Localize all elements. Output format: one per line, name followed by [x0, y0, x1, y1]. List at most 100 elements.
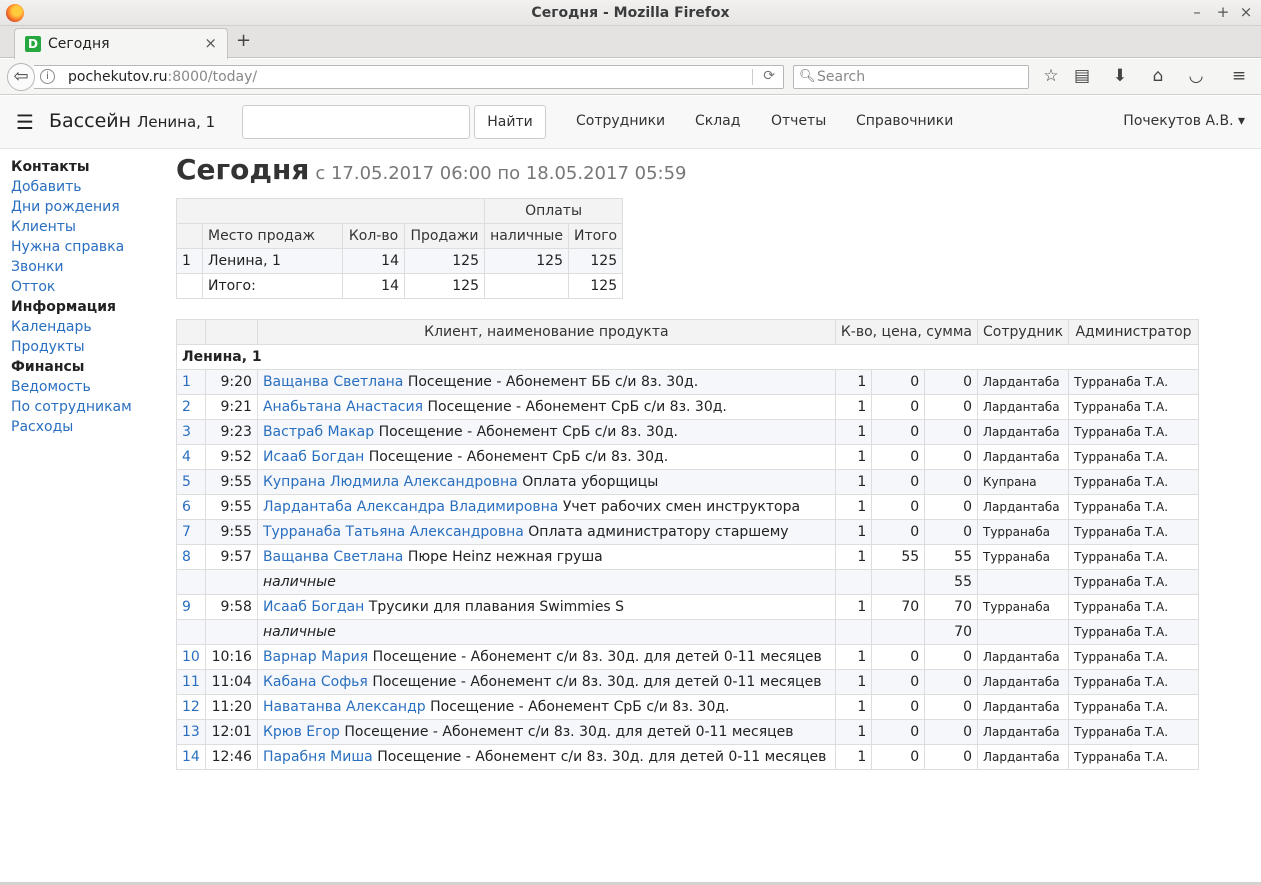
sidebar-link[interactable]: Продукты	[11, 337, 171, 357]
client-link[interactable]: Лардантаба Александра Владимировна	[263, 499, 558, 515]
minimize-button[interactable]: –	[1186, 0, 1208, 26]
client-link[interactable]: Вастраб Макар	[263, 424, 374, 440]
client-link[interactable]: Исааб Богдан	[263, 449, 364, 465]
row-admin: Турранаба Т.А.	[1068, 369, 1199, 395]
row-sum: 55	[924, 544, 978, 570]
close-tab-icon[interactable]: ×	[204, 34, 217, 52]
row-price: 70	[871, 594, 926, 620]
client-link[interactable]: Ващанва Светлана	[263, 549, 403, 565]
row-index-link[interactable]: 2	[176, 394, 206, 420]
nav-staff[interactable]: Сотрудники	[576, 113, 665, 129]
close-window-button[interactable]: ×	[1235, 0, 1257, 26]
table-row: 13 12:01 Крюв Егор Посещение - Абонемент с…	[176, 719, 1199, 745]
bookmarks-library-icon[interactable]: ▤	[1071, 66, 1093, 86]
col-sales: Продажи	[404, 223, 485, 249]
page-subtitle: с 17.05.2017 06:00 по 18.05.2017 05:59	[315, 163, 687, 184]
row-qty: 1	[834, 494, 873, 520]
row-admin: Турранаба Т.А.	[1068, 569, 1199, 595]
row-price: 0	[871, 369, 926, 395]
sidebar-link[interactable]: Расходы	[11, 417, 171, 437]
url-bar[interactable]: i pochekutov.ru:8000/today/ ⟳	[34, 65, 784, 89]
client-link[interactable]: Турранаба Татьяна Александровна	[263, 524, 524, 540]
row-index-link[interactable]: 4	[176, 444, 206, 470]
row-time: 9:52	[204, 444, 258, 470]
sidebar-link[interactable]: Ведомость	[11, 377, 171, 397]
row-qty: 1	[834, 419, 873, 445]
sidebar-link[interactable]: Календарь	[11, 317, 171, 337]
row-sum: 0	[924, 469, 978, 495]
product-name: Оплата уборщицы	[522, 474, 659, 490]
client-link[interactable]: Исааб Богдан	[263, 599, 364, 615]
sidebar-link[interactable]: Добавить	[11, 177, 171, 197]
row-index-link[interactable]: 5	[176, 469, 206, 495]
row-price: 0	[871, 744, 926, 770]
info-icon[interactable]: i	[40, 69, 55, 84]
row-index-link[interactable]: 11	[176, 669, 206, 695]
client-link[interactable]: Ващанва Светлана	[263, 374, 403, 390]
row-time: 9:57	[204, 544, 258, 570]
sidebar-link[interactable]: Звонки	[11, 257, 171, 277]
row-index-link[interactable]: 6	[176, 494, 206, 520]
client-link[interactable]: Варнар Мария	[263, 649, 368, 665]
table-row: 3 9:23 Вастраб Макар Посещение - Абонемент…	[176, 419, 1199, 445]
app-search-input[interactable]	[242, 105, 470, 139]
row-sum: 0	[924, 394, 978, 420]
table-row: 1 Ленина, 1 14 125 125 125	[176, 248, 624, 274]
sidebar-link[interactable]: Клиенты	[11, 217, 171, 237]
nav-warehouse[interactable]: Склад	[695, 113, 740, 129]
client-link[interactable]: Анабьтана Анастасия	[263, 399, 423, 415]
nav-reports[interactable]: Отчеты	[771, 113, 826, 129]
row-time: 9:20	[204, 369, 258, 395]
row-admin: Турранаба Т.А.	[1068, 619, 1199, 645]
user-menu[interactable]: Почекутов А.В. ▾	[1123, 113, 1245, 129]
client-link[interactable]: Парабня Миша	[263, 749, 373, 765]
sidebar-link[interactable]: Нужна справка	[11, 237, 171, 257]
tab-today[interactable]: D Сегодня ×	[14, 28, 228, 59]
home-icon[interactable]: ⌂	[1147, 66, 1169, 86]
col-qty-price-sum: К-во, цена, сумма	[834, 319, 979, 345]
row-index-link[interactable]: 9	[176, 594, 206, 620]
search-placeholder: Search	[817, 69, 866, 85]
hamburger-menu-icon[interactable]: ☰	[16, 110, 34, 134]
row-index-link[interactable]: 8	[176, 544, 206, 570]
row-index-link[interactable]: 3	[176, 419, 206, 445]
client-link[interactable]: Кабана Софья	[263, 674, 368, 690]
product-name: Посещение - Абонемент СрБ с/и 8з. 30д.	[427, 399, 727, 415]
bookmark-star-icon[interactable]: ☆	[1040, 66, 1062, 86]
app-navbar: ☰ Бассейн Ленина, 1 Найти Сотрудники Скл…	[0, 96, 1261, 149]
client-link[interactable]: Купрана Людмила Александровна	[263, 474, 518, 490]
sidebar-link[interactable]: По сотрудникам	[11, 397, 171, 417]
sidebar: Контакты Добавить Дни рождения Клиенты Нужна…	[11, 157, 171, 437]
row-sum: 0	[924, 519, 978, 545]
product-name: Пюре Heinz нежная груша	[407, 549, 603, 565]
sidebar-link[interactable]: Отток	[11, 277, 171, 297]
row-time: 11:04	[204, 669, 258, 695]
new-tab-button[interactable]: +	[236, 30, 251, 51]
client-link[interactable]: Крюв Егор	[263, 724, 340, 740]
row-admin: Турранаба Т.А.	[1068, 594, 1199, 620]
row-index-link[interactable]: 12	[176, 694, 206, 720]
row-time: 12:01	[204, 719, 258, 745]
nav-directories[interactable]: Справочники	[856, 113, 953, 129]
row-index-link[interactable]: 7	[176, 519, 206, 545]
back-button[interactable]: ⇦	[7, 63, 35, 91]
maximize-button[interactable]: +	[1212, 0, 1234, 26]
row-admin: Турранаба Т.А.	[1068, 444, 1199, 470]
menu-icon[interactable]: ≡	[1228, 66, 1250, 86]
web-search-input[interactable]: 🔍︎ Search	[793, 65, 1029, 89]
row-admin: Турранаба Т.А.	[1068, 744, 1199, 770]
product-name: Трусики для плавания Swimmies S	[368, 599, 625, 615]
downloads-icon[interactable]: ⬇	[1109, 66, 1131, 86]
client-link[interactable]: Наватанва Александр	[263, 699, 426, 715]
row-sum: 0	[924, 644, 978, 670]
sidebar-link[interactable]: Дни рождения	[11, 197, 171, 217]
search-button[interactable]: Найти	[474, 105, 546, 139]
reload-icon[interactable]: ⟳	[763, 68, 775, 84]
product-name: Посещение - Абонемент с/и 8з. 30д. для д…	[372, 674, 822, 690]
row-index-link[interactable]: 13	[176, 719, 206, 745]
pocket-icon[interactable]: ◡	[1185, 66, 1207, 86]
brand[interactable]: Бассейн Ленина, 1	[49, 110, 215, 132]
row-index-link[interactable]: 10	[176, 644, 206, 670]
row-index-link[interactable]: 14	[176, 744, 206, 770]
row-index-link[interactable]: 1	[176, 369, 206, 395]
